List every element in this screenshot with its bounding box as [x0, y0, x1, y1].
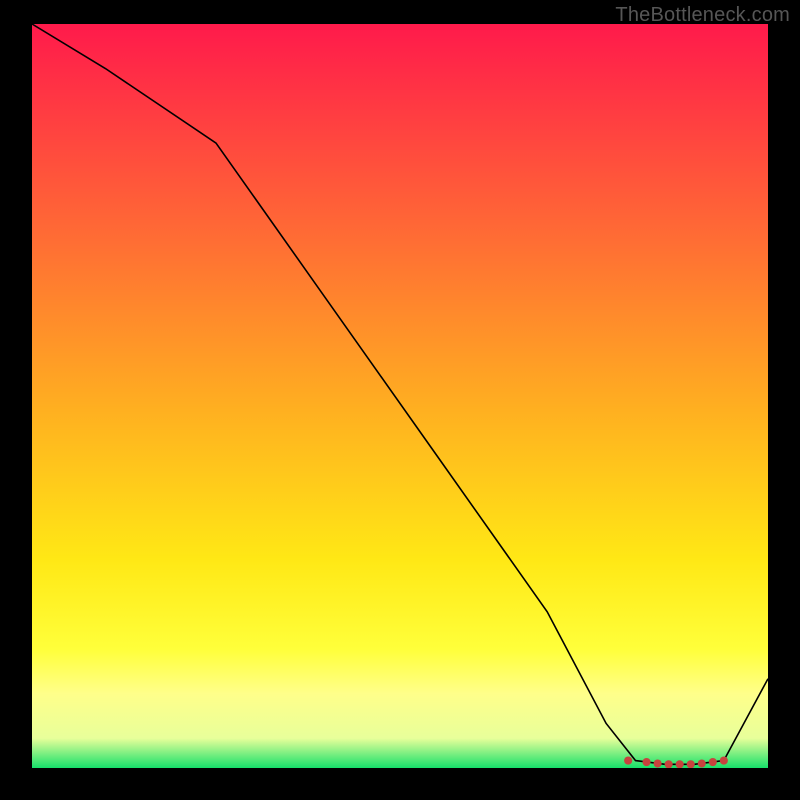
- marker-dot: [698, 759, 706, 767]
- marker-dot: [676, 760, 684, 768]
- marker-dot: [643, 758, 651, 766]
- gradient-background: [32, 24, 768, 768]
- marker-dot: [720, 756, 728, 764]
- chart-frame: { "attribution": "TheBottleneck.com", "c…: [0, 0, 800, 800]
- plot-area: [32, 24, 768, 768]
- marker-dot: [624, 756, 632, 764]
- marker-dot: [709, 758, 717, 766]
- chart-svg: [32, 24, 768, 768]
- marker-dot: [687, 760, 695, 768]
- marker-dot: [665, 760, 673, 768]
- marker-dot: [654, 759, 662, 767]
